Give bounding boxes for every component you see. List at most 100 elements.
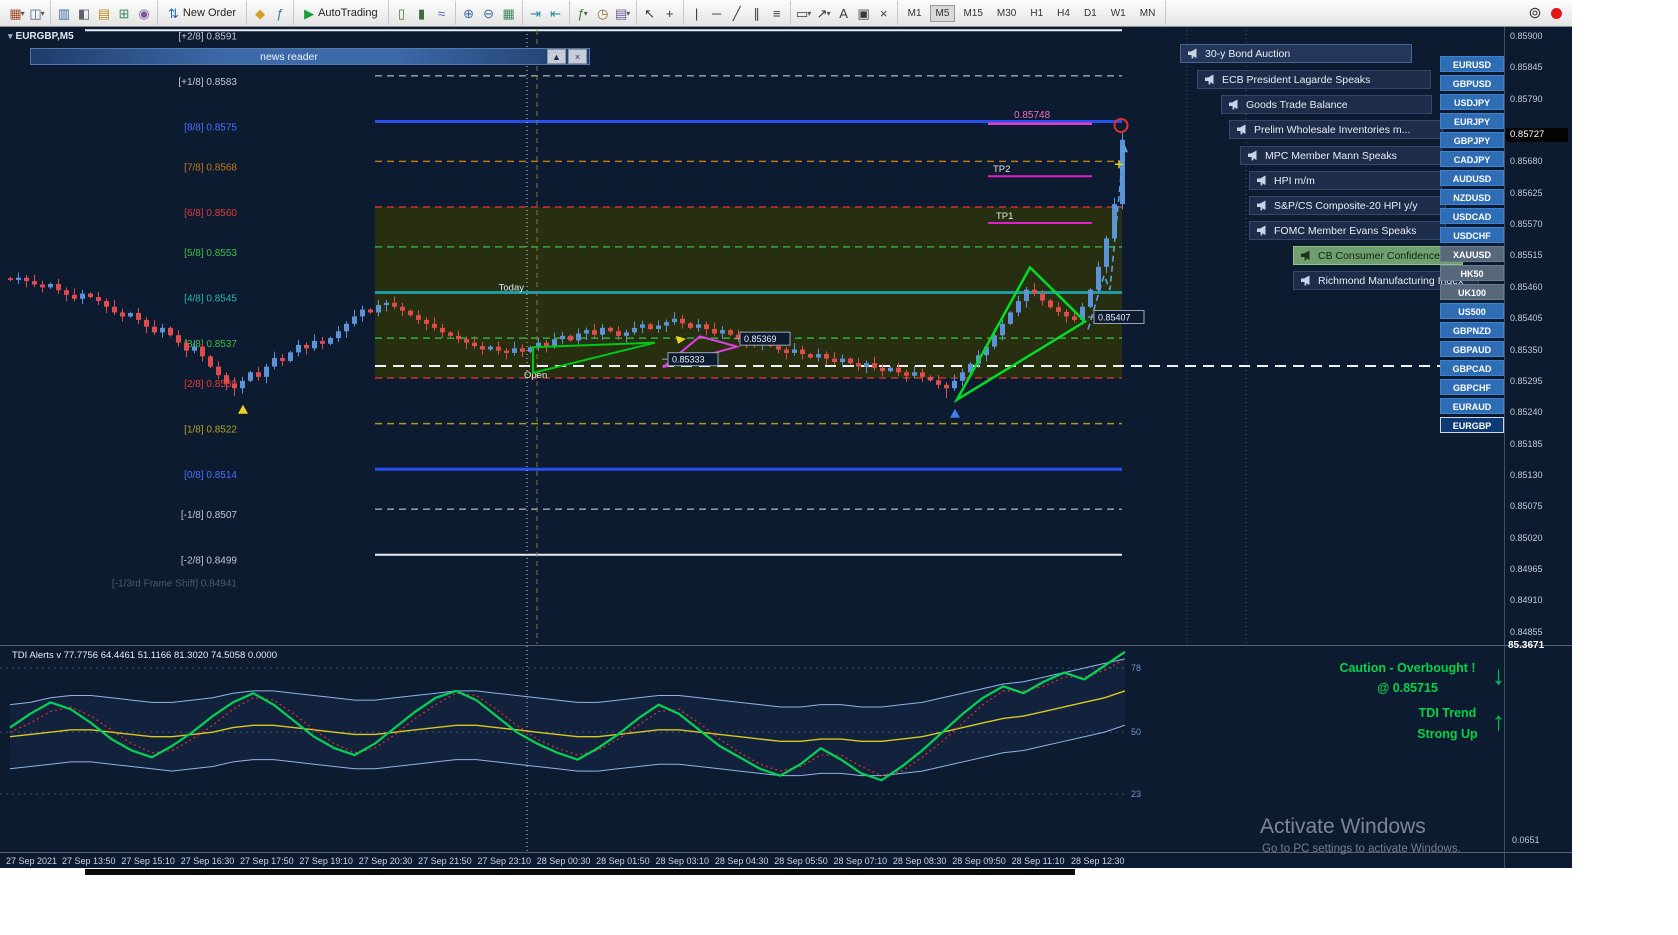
symbol-button-usdcad[interactable]: USDCAD bbox=[1440, 208, 1504, 224]
auto-scroll-icon[interactable]: ⇥ bbox=[526, 3, 546, 23]
news-event-item[interactable]: CB Consumer Confidence bbox=[1293, 246, 1463, 265]
tile-windows-icon[interactable]: ▦ bbox=[499, 3, 519, 23]
timeframe-m1[interactable]: M1 bbox=[902, 5, 928, 22]
timeframe-m5[interactable]: M5 bbox=[929, 4, 956, 22]
candle-body bbox=[600, 327, 605, 335]
target-price-label: 0.85748 bbox=[1014, 110, 1051, 121]
new-chart-icon[interactable]: ▦ ▾ bbox=[7, 3, 27, 23]
timeframe-w1[interactable]: W1 bbox=[1105, 5, 1132, 22]
tdi-title: TDI Alerts v 77.7756 64.4461 51.1166 81.… bbox=[12, 650, 277, 661]
symbol-button-xauusd[interactable]: XAUUSD bbox=[1440, 246, 1504, 262]
indicators-icon[interactable]: ƒ ▾ bbox=[573, 3, 593, 23]
vertical-line-icon[interactable]: | bbox=[687, 3, 707, 23]
symbol-button-cadjpy[interactable]: CADJPY bbox=[1440, 151, 1504, 167]
news-event-item[interactable]: S&P/CS Composite-20 HPI y/y bbox=[1249, 196, 1446, 215]
timeframe-mn[interactable]: MN bbox=[1134, 5, 1162, 22]
symbol-button-gbpusd[interactable]: GBPUSD bbox=[1440, 75, 1504, 91]
candle-body bbox=[512, 348, 517, 353]
text-label-icon[interactable]: ▣ bbox=[854, 3, 874, 23]
symbol-button-usdjpy[interactable]: USDJPY bbox=[1440, 94, 1504, 110]
horizontal-scrollbar[interactable] bbox=[85, 869, 1075, 875]
symbol-button-hk50[interactable]: HK50 bbox=[1440, 265, 1504, 281]
candle-body bbox=[952, 380, 957, 389]
data-window-icon[interactable]: ◧ bbox=[74, 3, 94, 23]
toolbar-group: ▭ ▾ ↗ ▾ A ▣ × bbox=[791, 1, 898, 25]
candle-body bbox=[640, 324, 645, 328]
timeframe-h1[interactable]: H1 bbox=[1024, 5, 1049, 22]
news-reader-close-button[interactable]: × bbox=[568, 49, 587, 64]
symbol-button-gbpnzd[interactable]: GBPNZD bbox=[1440, 322, 1504, 338]
symbol-button-gbpaud[interactable]: GBPAUD bbox=[1440, 341, 1504, 357]
megaphone-icon bbox=[1300, 275, 1312, 286]
symbol-button-nzdusd[interactable]: NZDUSD bbox=[1440, 189, 1504, 205]
navigator-icon: ▤ bbox=[97, 5, 111, 21]
news-event-item[interactable]: ECB President Lagarde Speaks bbox=[1197, 70, 1431, 89]
news-event-item[interactable]: HPI m/m bbox=[1249, 171, 1442, 190]
candle-body bbox=[776, 346, 781, 350]
chart-candles-icon[interactable]: ▮ bbox=[412, 3, 432, 23]
market-watch-icon[interactable]: ▥ bbox=[54, 3, 74, 23]
symbol-button-usdchf[interactable]: USDCHF bbox=[1440, 227, 1504, 243]
zoom-cursor-icon[interactable]: ⊚ bbox=[1525, 3, 1545, 23]
symbol-button-eurjpy[interactable]: EURJPY bbox=[1440, 113, 1504, 129]
price-tag-label: 0.85369 bbox=[744, 334, 777, 344]
fibonacci-icon[interactable]: ≡ bbox=[767, 3, 787, 23]
time-axis-label: 28 Sep 05:50 bbox=[774, 856, 828, 866]
timeframe-d1[interactable]: D1 bbox=[1078, 5, 1103, 22]
news-event-item[interactable]: 30-y Bond Auction bbox=[1180, 44, 1412, 63]
channel-icon[interactable]: ∥ bbox=[747, 3, 767, 23]
symbol-button-gbpjpy[interactable]: GBPJPY bbox=[1440, 132, 1504, 148]
zoom-in-icon[interactable]: ⊕ bbox=[459, 3, 479, 23]
zoom-out-icon[interactable]: ⊖ bbox=[479, 3, 499, 23]
candle-body bbox=[864, 363, 869, 367]
news-reader-collapse-button[interactable]: ▲ bbox=[547, 49, 566, 64]
crosshair-icon[interactable]: + bbox=[660, 3, 680, 23]
shapes-icon[interactable]: ▭ ▾ bbox=[794, 3, 814, 23]
murrey-level-label: [4/8] 0.8545 bbox=[184, 294, 237, 305]
price-scale-tick: 0.85460 bbox=[1510, 281, 1543, 292]
murrey-level-label: [1/8] 0.8522 bbox=[184, 425, 237, 436]
timeframe-m30[interactable]: M30 bbox=[991, 5, 1022, 22]
new-order-button[interactable]: ⇅ New Order bbox=[161, 3, 243, 24]
chart-shift-icon: ⇤ bbox=[550, 5, 562, 21]
horizontal-line-icon[interactable]: ─ bbox=[707, 3, 727, 23]
vertical-line-icon: | bbox=[694, 5, 699, 21]
time-axis-label: 27 Sep 19:10 bbox=[299, 856, 353, 866]
text-icon[interactable]: A bbox=[834, 3, 854, 23]
templates-icon[interactable]: ▤ ▾ bbox=[613, 3, 633, 23]
symbol-button-eurusd[interactable]: EURUSD bbox=[1440, 56, 1504, 72]
news-event-item[interactable]: FOMC Member Evans Speaks bbox=[1249, 221, 1446, 240]
symbol-button-euraud[interactable]: EURAUD bbox=[1440, 398, 1504, 414]
candle-body bbox=[632, 327, 637, 333]
candle-body bbox=[328, 338, 333, 344]
chart-shift-icon[interactable]: ⇤ bbox=[546, 3, 566, 23]
symbol-button-uk100[interactable]: UK100 bbox=[1440, 284, 1504, 300]
delete-objects-icon[interactable]: × bbox=[874, 3, 894, 23]
news-event-item[interactable]: Prelim Wholesale Inventories m... bbox=[1229, 120, 1443, 139]
timeframe-m15[interactable]: M15 bbox=[957, 5, 988, 22]
navigator-icon[interactable]: ▤ bbox=[94, 3, 114, 23]
cycles-icon[interactable]: ◷ bbox=[593, 3, 613, 23]
trendline-icon[interactable]: ╱ bbox=[727, 3, 747, 23]
autotrading-button[interactable]: ▶ AutoTrading bbox=[297, 3, 385, 24]
symbol-button-eurgbp[interactable]: EURGBP bbox=[1440, 417, 1504, 433]
terminal-icon[interactable]: ⊞ bbox=[114, 3, 134, 23]
chart-line-icon[interactable]: ≈ bbox=[432, 3, 452, 23]
expert-advisors-icon[interactable]: ƒ bbox=[270, 3, 290, 23]
symbol-button-gbpchf[interactable]: GBPCHF bbox=[1440, 379, 1504, 395]
price-scale-divider bbox=[1504, 27, 1505, 868]
symbol-button-us500[interactable]: US500 bbox=[1440, 303, 1504, 319]
arrows-icon[interactable]: ↗ ▾ bbox=[814, 3, 834, 23]
cursor-icon[interactable]: ↖ bbox=[640, 3, 660, 23]
news-event-item[interactable]: Goods Trade Balance bbox=[1221, 95, 1432, 114]
symbol-button-audusd[interactable]: AUDUSD bbox=[1440, 170, 1504, 186]
price-scale-tick: 0.85295 bbox=[1510, 375, 1543, 386]
news-event-item[interactable]: MPC Member Mann Speaks bbox=[1240, 146, 1442, 165]
strategy-tester-icon[interactable]: ◉ bbox=[134, 3, 154, 23]
timeframe-h4[interactable]: H4 bbox=[1051, 5, 1076, 22]
candle-body bbox=[296, 344, 301, 353]
chart-bars-icon[interactable]: ▯ bbox=[392, 3, 412, 23]
metaeditor-icon[interactable]: ◆ bbox=[250, 3, 270, 23]
profiles-icon[interactable]: ◫ ▾ bbox=[27, 3, 47, 23]
symbol-button-gbpcad[interactable]: GBPCAD bbox=[1440, 360, 1504, 376]
